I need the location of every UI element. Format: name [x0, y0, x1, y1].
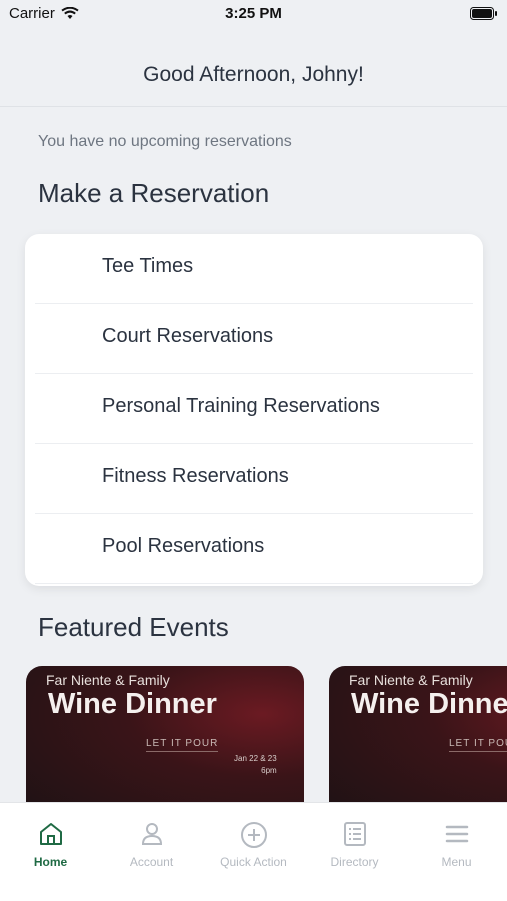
tab-menu[interactable]: Menu: [406, 803, 507, 883]
home-icon: [39, 823, 62, 845]
event-date-text: Jan 22 & 23: [234, 754, 277, 763]
list-icon: [343, 822, 366, 846]
reservation-item-court[interactable]: Court Reservations: [35, 304, 473, 374]
featured-events-carousel[interactable]: Far Niente & Family Wine Dinner LET IT P…: [0, 666, 507, 806]
reservation-item-label: Fitness Reservations: [102, 465, 289, 487]
event-tagline: LET IT POUR: [146, 738, 219, 752]
reservation-item-label: Personal Training Reservations: [102, 395, 380, 417]
event-subtitle: Far Niente & Family: [349, 672, 473, 688]
clock: 3:25 PM: [225, 5, 282, 22]
tab-label: Directory: [330, 855, 379, 869]
make-reservation-title: Make a Reservation: [38, 178, 270, 208]
hamburger-icon: [445, 825, 468, 843]
reservation-item-fitness[interactable]: Fitness Reservations: [35, 444, 473, 514]
tab-home[interactable]: Home: [0, 803, 101, 883]
tab-label: Account: [129, 855, 174, 869]
reservation-item-pool[interactable]: Pool Reservations: [35, 514, 473, 584]
tab-account[interactable]: Account: [101, 803, 202, 883]
event-card[interactable]: Far Niente & Family Wine Dinner LET IT P…: [329, 666, 507, 806]
user-icon: [141, 823, 162, 845]
reservation-list: Tee Times Court Reservations Personal Tr…: [25, 234, 483, 586]
tab-bar: Home Account Quick Action Directory Menu: [0, 802, 507, 901]
event-title: Wine Dinner: [48, 688, 217, 720]
event-time-text: 6pm: [261, 766, 277, 775]
event-date: Jan 22 & 23 6pm: [234, 753, 277, 777]
tab-label: Menu: [441, 855, 472, 869]
event-title: Wine Dinner: [351, 688, 507, 720]
reservation-item-tee-times[interactable]: Tee Times: [35, 234, 473, 304]
plus-circle-icon: [240, 822, 267, 848]
tab-quick-action[interactable]: Quick Action: [203, 803, 304, 883]
event-card[interactable]: Far Niente & Family Wine Dinner LET IT P…: [26, 666, 304, 806]
no-reservations-message: You have no upcoming reservations: [38, 133, 292, 150]
battery-icon: [470, 7, 497, 20]
event-tagline: LET IT POUR: [449, 738, 507, 752]
tab-directory[interactable]: Directory: [304, 803, 405, 883]
reservation-item-label: Pool Reservations: [102, 535, 265, 557]
reservation-item-label: Court Reservations: [102, 325, 274, 347]
status-bar: Carrier 3:25 PM: [0, 0, 507, 30]
event-subtitle: Far Niente & Family: [46, 672, 170, 688]
tab-label: Quick Action: [220, 855, 287, 869]
reservation-item-label: Tee Times: [102, 255, 194, 277]
tab-label: Home: [33, 855, 68, 869]
reservation-item-personal-training[interactable]: Personal Training Reservations: [35, 374, 473, 444]
featured-events-title: Featured Events: [38, 612, 229, 642]
page-title: Good Afternoon, Johny!: [0, 44, 507, 107]
